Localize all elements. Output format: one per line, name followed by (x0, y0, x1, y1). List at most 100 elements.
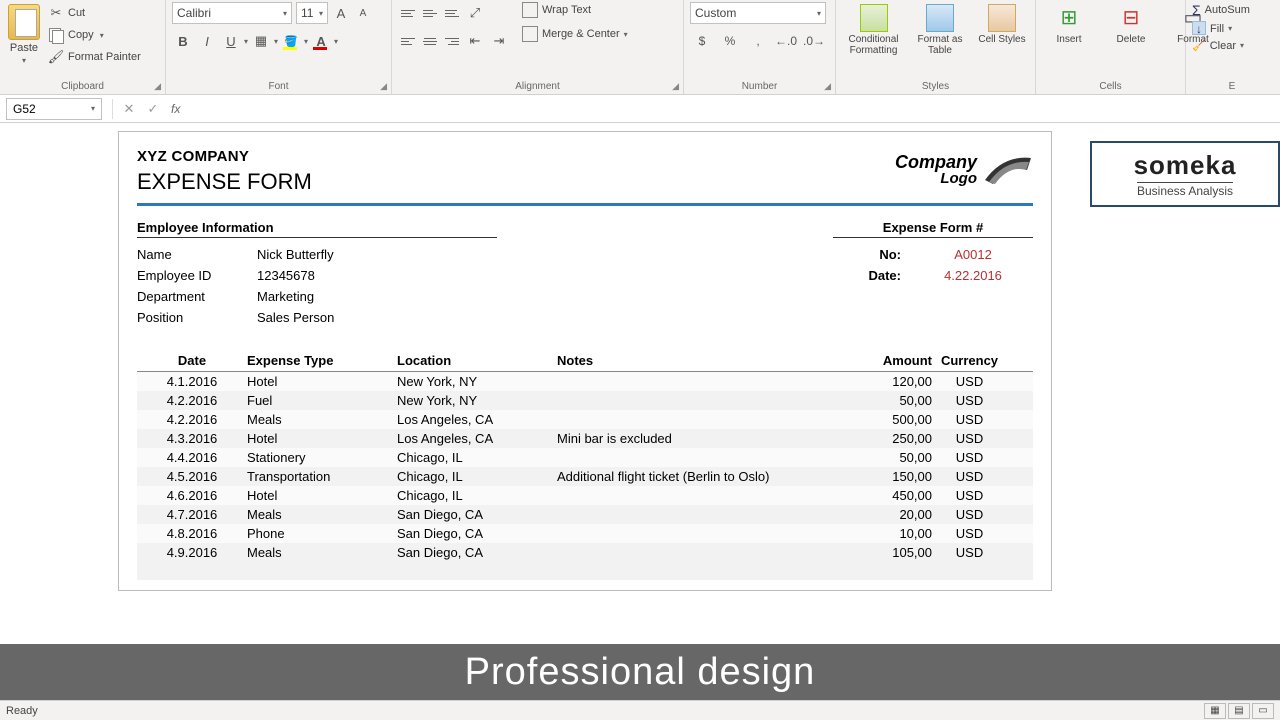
status-ready: Ready (6, 705, 38, 717)
italic-button[interactable]: I (196, 30, 218, 52)
sigma-icon (1192, 2, 1201, 18)
banner-text: Professional design (465, 651, 816, 694)
increase-decimal-button[interactable]: ←.0 (774, 30, 798, 52)
formula-input[interactable] (186, 98, 1280, 120)
group-font: Calibri▾ 11▾ A A B I U ▾ ▾ ▾ ▾ Font ◢ (166, 0, 392, 94)
blank-row (137, 562, 1033, 580)
page-layout-view-button[interactable]: ▤ (1228, 703, 1250, 719)
eraser-icon (1192, 39, 1206, 52)
company-logo: CompanyLogo (833, 148, 1033, 192)
ribbon: Paste ▾ Cut Copy ▾ Format Painter C (0, 0, 1280, 95)
delete-button[interactable]: Delete (1104, 2, 1158, 47)
grow-font-button[interactable]: A (332, 2, 350, 24)
brush-icon (48, 49, 64, 65)
dialog-launcher-icon[interactable]: ◢ (154, 81, 161, 92)
underline-button[interactable]: U (220, 30, 242, 52)
cell-styles-button[interactable]: Cell Styles (975, 2, 1029, 47)
conditional-formatting-icon (860, 4, 888, 32)
orientation-button[interactable]: ⤢ (464, 2, 486, 24)
paste-icon (8, 4, 40, 40)
form-title: EXPENSE FORM (137, 169, 312, 195)
increase-indent-button[interactable]: ⇥ (488, 30, 510, 52)
font-color-button[interactable] (310, 30, 332, 52)
group-styles: Conditional Formatting Format as Table C… (836, 0, 1036, 94)
swoosh-icon (983, 150, 1033, 190)
worksheet[interactable]: XYZ COMPANY EXPENSE FORM CompanyLogo Emp… (0, 123, 1280, 653)
form-date: 4.22.2016 (913, 268, 1033, 283)
company-name: XYZ COMPANY (137, 148, 312, 165)
form-section-title: Expense Form # (833, 220, 1033, 238)
comma-button[interactable]: , (746, 30, 770, 52)
align-bottom-button[interactable] (442, 3, 462, 23)
delete-icon (1117, 4, 1145, 32)
merge-icon (522, 26, 538, 42)
shrink-font-button[interactable]: A (354, 2, 372, 24)
group-number: Custom▾ $ % , ←.0 .0→ Number ◢ (684, 0, 836, 94)
wrap-icon (522, 2, 538, 18)
percent-button[interactable]: % (718, 30, 742, 52)
status-bar: Ready ▦ ▤ ▭ (0, 700, 1280, 720)
dialog-launcher-icon[interactable]: ◢ (380, 81, 387, 92)
dialog-launcher-icon[interactable]: ◢ (672, 81, 679, 92)
cut-icon (48, 5, 64, 21)
cancel-button[interactable]: ✕ (117, 98, 141, 120)
align-center-button[interactable] (420, 31, 440, 51)
font-name-combo[interactable]: Calibri▾ (172, 2, 292, 24)
align-right-button[interactable] (442, 31, 462, 51)
insert-icon (1055, 4, 1083, 32)
form-number: A0012 (913, 247, 1033, 262)
table-row: 4.8.2016PhoneSan Diego, CA10,00USD (137, 524, 1033, 543)
fill-color-button[interactable] (280, 30, 302, 52)
copy-button[interactable]: Copy ▾ (46, 26, 143, 44)
formula-bar: G52▾ ✕ ✓ fx (0, 95, 1280, 123)
group-editing: AutoSum Fill▾ Clear▾ E (1186, 0, 1278, 94)
fx-icon[interactable]: fx (171, 102, 180, 116)
cut-button[interactable]: Cut (46, 4, 143, 22)
insert-button[interactable]: Insert (1042, 2, 1096, 47)
align-top-button[interactable] (398, 3, 418, 23)
employee-section-title: Employee Information (137, 220, 497, 238)
bold-button[interactable]: B (172, 30, 194, 52)
decrease-indent-button[interactable]: ⇤ (464, 30, 486, 52)
borders-button[interactable] (250, 30, 272, 52)
fill-button[interactable]: Fill▾ (1192, 21, 1250, 36)
wrap-text-button[interactable]: Wrap Text (522, 2, 628, 18)
table-row: 4.5.2016TransportationChicago, ILAdditio… (137, 467, 1033, 486)
conditional-formatting-button[interactable]: Conditional Formatting (842, 2, 905, 58)
employee-position: Sales Person (257, 310, 334, 325)
format-painter-button[interactable]: Format Painter (46, 48, 143, 66)
accounting-button[interactable]: $ (690, 30, 714, 52)
format-table-icon (926, 4, 954, 32)
paste-label: Paste (10, 42, 38, 54)
overlay-banner: Professional design (0, 644, 1280, 700)
normal-view-button[interactable]: ▦ (1204, 703, 1226, 719)
dialog-launcher-icon[interactable]: ◢ (824, 81, 831, 92)
merge-center-button[interactable]: Merge & Center ▾ (522, 26, 628, 42)
align-left-button[interactable] (398, 31, 418, 51)
align-middle-button[interactable] (420, 3, 440, 23)
autosum-button[interactable]: AutoSum (1192, 2, 1250, 18)
paste-button[interactable]: Paste ▾ (6, 2, 42, 67)
page-break-view-button[interactable]: ▭ (1252, 703, 1274, 719)
format-as-table-button[interactable]: Format as Table (913, 2, 967, 58)
group-alignment: ⤢ ⇤ ⇥ Wrap Text Merge & Center (392, 0, 684, 94)
table-row: 4.7.2016MealsSan Diego, CA20,00USD (137, 505, 1033, 524)
employee-dept: Marketing (257, 289, 314, 304)
table-row: 4.2.2016MealsLos Angeles, CA500,00USD (137, 410, 1033, 429)
group-cells: Insert Delete Format Cells (1036, 0, 1186, 94)
table-row: 4.1.2016HotelNew York, NY120,00USD (137, 372, 1033, 391)
someka-badge: someka Business Analysis (1090, 141, 1280, 207)
number-format-combo[interactable]: Custom▾ (690, 2, 826, 24)
font-size-combo[interactable]: 11▾ (296, 2, 328, 24)
decrease-decimal-button[interactable]: .0→ (802, 30, 826, 52)
divider (137, 203, 1033, 206)
confirm-button[interactable]: ✓ (141, 98, 165, 120)
employee-id: 12345678 (257, 268, 315, 283)
expense-document: XYZ COMPANY EXPENSE FORM CompanyLogo Emp… (118, 131, 1052, 591)
name-box[interactable]: G52▾ (6, 98, 102, 120)
clear-button[interactable]: Clear▾ (1192, 39, 1250, 52)
table-row: 4.2.2016FuelNew York, NY50,00USD (137, 391, 1033, 410)
group-label: Clipboard (0, 81, 165, 92)
copy-icon (48, 27, 64, 43)
expense-table: Date Expense Type Location Notes Amount … (137, 350, 1033, 580)
